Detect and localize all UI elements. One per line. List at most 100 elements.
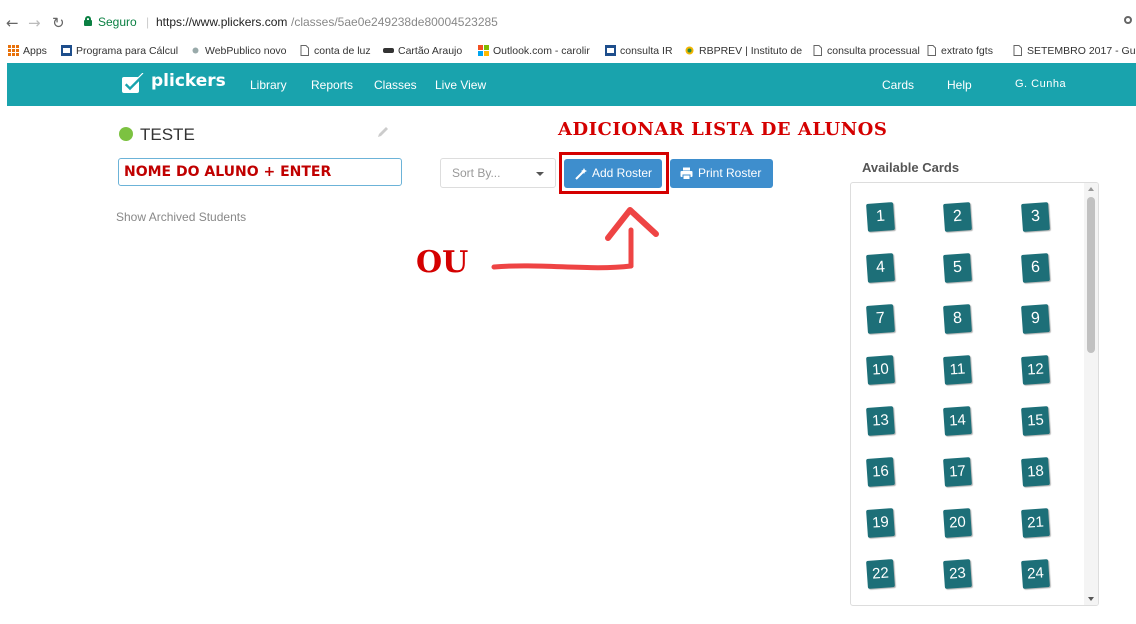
- card-badge[interactable]: 20: [943, 508, 972, 538]
- bookmark-rbprev[interactable]: RBPREV | Instituto de: [684, 44, 802, 58]
- microsoft-icon: [478, 45, 489, 56]
- annotation-title: ADICIONAR LISTA DE ALUNOS: [558, 119, 888, 140]
- gov-icon: [61, 45, 72, 56]
- page-icon: [300, 45, 309, 56]
- annotation-arrow-icon: [491, 207, 659, 271]
- bookmark-extrato-fgts[interactable]: extrato fgts: [926, 44, 993, 58]
- url-path: /classes/5ae0e249238de80004523285: [291, 15, 498, 29]
- card-badge[interactable]: 11: [943, 355, 972, 385]
- bookmark-outlook[interactable]: Outlook.com - carolir: [478, 44, 590, 58]
- class-color-dot: [119, 127, 133, 141]
- lock-icon: [84, 16, 92, 26]
- bookmark-apps[interactable]: Apps: [8, 44, 47, 58]
- app-header: plickers Library Reports Classes Live Vi…: [7, 63, 1136, 106]
- page-icon: [1013, 45, 1022, 56]
- card-badge[interactable]: 3: [1021, 202, 1050, 232]
- chevron-down-icon: [536, 172, 544, 176]
- show-archived-link[interactable]: Show Archived Students: [116, 210, 246, 224]
- bookmark-setembro[interactable]: SETEMBRO 2017 - Gu: [1012, 44, 1136, 58]
- card-badge[interactable]: 4: [866, 253, 895, 283]
- bookmark-label: Apps: [23, 45, 47, 57]
- scroll-down-icon[interactable]: [1088, 597, 1094, 601]
- card-badge[interactable]: 2: [943, 202, 972, 232]
- card-badge[interactable]: 22: [866, 559, 895, 589]
- user-menu[interactable]: G. Cunha: [1015, 78, 1066, 90]
- scroll-up-icon[interactable]: [1088, 187, 1094, 191]
- back-arrow-icon[interactable]: ←: [6, 16, 19, 31]
- class-title: TESTE: [140, 125, 195, 144]
- card-icon: [383, 48, 394, 53]
- sort-by-select[interactable]: Sort By...: [440, 158, 556, 188]
- sort-by-value: Sort By...: [452, 166, 501, 180]
- card-badge[interactable]: 8: [943, 304, 972, 334]
- card-badge[interactable]: 12: [1021, 355, 1050, 385]
- url-host: https://www.plickers.com: [156, 15, 288, 29]
- web-icon: [192, 47, 199, 54]
- card-badge[interactable]: 18: [1021, 457, 1050, 487]
- available-cards-heading: Available Cards: [862, 160, 960, 175]
- browser-address-bar: ← → ↻ Seguro | https://www.plickers.com …: [0, 9, 1136, 37]
- bookmark-label: Programa para Cálcul: [76, 45, 179, 57]
- nav-help[interactable]: Help: [947, 78, 972, 92]
- card-badge[interactable]: 10: [866, 355, 895, 385]
- card-badge[interactable]: 6: [1021, 253, 1050, 283]
- print-roster-label: Print Roster: [698, 166, 762, 180]
- card-badge[interactable]: 17: [943, 457, 972, 487]
- bookmark-label: consulta IR: [620, 45, 673, 57]
- bookmark-label: WebPublico novo: [205, 45, 287, 57]
- bookmark-label: Outlook.com - carolir: [493, 45, 590, 57]
- url-field[interactable]: Seguro | https://www.plickers.com /class…: [80, 11, 1110, 33]
- secure-label: Seguro: [98, 15, 137, 29]
- brand-name: plickers: [151, 71, 226, 91]
- bookmark-programa[interactable]: Programa para Cálcul: [61, 44, 178, 58]
- card-badge[interactable]: 24: [1021, 559, 1050, 589]
- cards-scrollbar[interactable]: [1084, 183, 1098, 605]
- bookmark-label: Cartão Araujo: [398, 45, 463, 57]
- pencil-icon[interactable]: [376, 125, 390, 139]
- browser-menu-icon[interactable]: [1124, 16, 1132, 24]
- printer-icon: [680, 167, 693, 180]
- apps-grid-icon: [8, 45, 19, 56]
- bookmark-consulta-ir[interactable]: consulta IR: [605, 44, 673, 58]
- scrollbar-thumb[interactable]: [1087, 197, 1095, 353]
- nav-cards[interactable]: Cards: [882, 78, 914, 92]
- nav-live-view[interactable]: Live View: [435, 78, 486, 92]
- card-badge[interactable]: 16: [866, 457, 895, 487]
- bookmark-label: consulta processual: [827, 45, 920, 57]
- bookmark-label: RBPREV | Instituto de: [699, 45, 803, 57]
- rbprev-icon: [685, 46, 694, 55]
- nav-reports[interactable]: Reports: [311, 78, 353, 92]
- card-badge[interactable]: 5: [943, 253, 972, 283]
- plickers-check-icon: [122, 73, 145, 93]
- bookmark-consulta-processual[interactable]: consulta processual: [812, 44, 920, 58]
- card-badge[interactable]: 14: [943, 406, 972, 436]
- forward-arrow-icon[interactable]: →: [28, 16, 41, 31]
- url-separator: |: [146, 15, 150, 29]
- print-roster-button[interactable]: Print Roster: [670, 159, 773, 188]
- annotation-highlight-box: [559, 152, 669, 194]
- card-badge[interactable]: 7: [866, 304, 895, 334]
- nav-library[interactable]: Library: [250, 78, 287, 92]
- card-badge[interactable]: 21: [1021, 508, 1050, 538]
- page-icon: [927, 45, 936, 56]
- card-badge[interactable]: 9: [1021, 304, 1050, 334]
- card-badge[interactable]: 15: [1021, 406, 1050, 436]
- nav-classes[interactable]: Classes: [374, 78, 417, 92]
- bookmark-label: conta de luz: [314, 45, 371, 57]
- bookmarks-bar: Apps Programa para Cálcul WebPublico nov…: [0, 40, 1136, 62]
- bookmark-webpublico[interactable]: WebPublico novo: [190, 44, 287, 58]
- reload-icon[interactable]: ↻: [52, 16, 65, 31]
- card-badge[interactable]: 13: [866, 406, 895, 436]
- annotation-or: OU: [416, 245, 469, 280]
- bookmark-conta-luz[interactable]: conta de luz: [299, 44, 371, 58]
- bookmark-cartao[interactable]: Cartão Araujo: [383, 44, 462, 58]
- card-badge[interactable]: 19: [866, 508, 895, 538]
- card-badge[interactable]: 23: [943, 559, 972, 589]
- card-badge[interactable]: 1: [866, 202, 895, 232]
- bookmark-label: extrato fgts: [941, 45, 993, 57]
- bookmark-label: SETEMBRO 2017 - Gu: [1027, 45, 1136, 57]
- available-cards-panel[interactable]: 24 23 22 21 20 19 18 17 16 15 14 13 12 11 10 9 8 7 6 5 4 3 2 1: [850, 182, 1099, 606]
- gov-icon: [605, 45, 616, 56]
- page-icon: [813, 45, 822, 56]
- student-name-input[interactable]: NOME DO ALUNO + ENTER: [118, 158, 402, 186]
